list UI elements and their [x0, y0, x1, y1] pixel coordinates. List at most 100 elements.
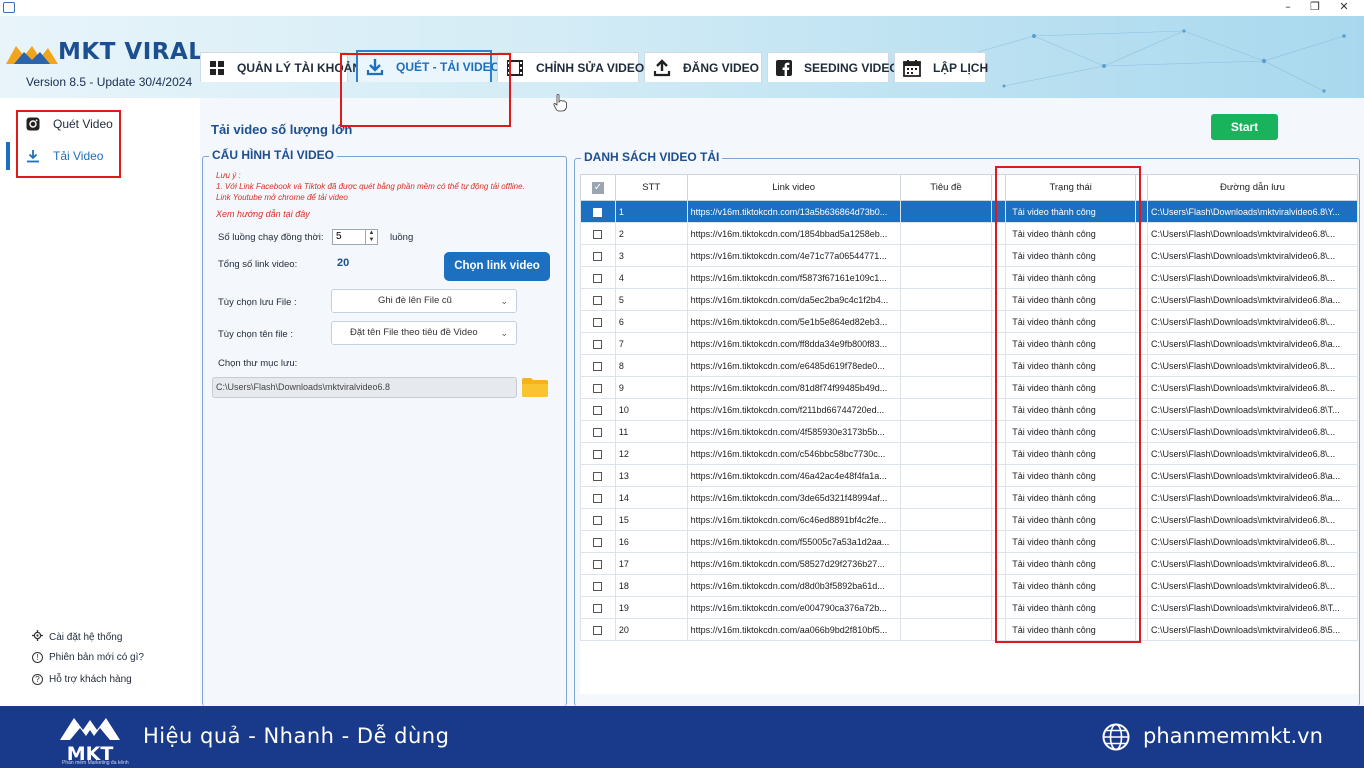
cell-link: https://v16m.tiktokcdn.com/f55005c7a53a1…	[686, 530, 901, 553]
sidebar-item-scan-video[interactable]: Quét Video	[0, 110, 200, 138]
table-row[interactable]: 19 https://v16m.tiktokcdn.com/e004790ca37…	[580, 596, 1358, 619]
checkbox-icon[interactable]	[593, 603, 603, 613]
table-row[interactable]: 15 https://v16m.tiktokcdn.com/6c46ed8891b…	[580, 508, 1358, 531]
column-header-status[interactable]: Trạng thái	[1005, 174, 1137, 201]
footer-website[interactable]: phanmemmkt.vn	[1143, 724, 1323, 748]
tab-schedule[interactable]: LẬP LỊCH	[894, 52, 988, 82]
column-header-stt[interactable]: STT	[614, 174, 688, 201]
table-row[interactable]: 3 https://v16m.tiktokcdn.com/4e71c77a0654…	[580, 244, 1358, 267]
table-row[interactable]: 11 https://v16m.tiktokcdn.com/4f585930e31…	[580, 420, 1358, 443]
row-checkbox[interactable]	[580, 354, 616, 377]
customer-support-link[interactable]: ? Hỗ trợ khách hàng	[32, 674, 132, 685]
table-row[interactable]: 8 https://v16m.tiktokcdn.com/e6485d619f78…	[580, 354, 1358, 377]
checkbox-icon[interactable]	[593, 559, 603, 569]
row-checkbox[interactable]	[580, 244, 616, 267]
table-row[interactable]: 1 https://v16m.tiktokcdn.com/13a5b636864d…	[580, 200, 1358, 223]
table-row[interactable]: 10 https://v16m.tiktokcdn.com/f211bd66744…	[580, 398, 1358, 421]
table-row[interactable]: 16 https://v16m.tiktokcdn.com/f55005c7a53…	[580, 530, 1358, 553]
row-checkbox[interactable]	[580, 310, 616, 333]
table-row[interactable]: 7 https://v16m.tiktokcdn.com/ff8dda34e9fb…	[580, 332, 1358, 355]
checkbox-icon[interactable]	[593, 295, 603, 305]
version-label: Version 8.5 - Update 30/4/2024	[26, 75, 193, 89]
table-row[interactable]: 14 https://v16m.tiktokcdn.com/3de65d321f4…	[580, 486, 1358, 509]
cell-spacer	[991, 530, 1007, 553]
cell-link: https://v16m.tiktokcdn.com/f5873f67161e1…	[686, 266, 901, 289]
checkbox-icon[interactable]	[593, 449, 603, 459]
checkbox-icon[interactable]	[593, 427, 603, 437]
row-checkbox[interactable]	[580, 398, 616, 421]
row-checkbox[interactable]	[580, 508, 616, 531]
row-checkbox[interactable]	[580, 530, 616, 553]
tab-account-management[interactable]: QUẢN LÝ TÀI KHOẢN	[200, 52, 361, 82]
guide-link[interactable]: Xem hướng dẫn tại đây	[216, 209, 310, 219]
table-row[interactable]: 5 https://v16m.tiktokcdn.com/da5ec2ba9c4c…	[580, 288, 1358, 311]
table-row[interactable]: 4 https://v16m.tiktokcdn.com/f5873f67161e…	[580, 266, 1358, 289]
restore-button[interactable]: ❐	[1305, 0, 1325, 14]
row-checkbox[interactable]	[580, 332, 616, 355]
table-row[interactable]: 2 https://v16m.tiktokcdn.com/1854bbad5a12…	[580, 222, 1358, 245]
row-checkbox[interactable]	[580, 420, 616, 443]
stepper-arrows-icon[interactable]: ▲ ▼	[365, 230, 377, 244]
folder-path-input[interactable]: C:\Users\Flash\Downloads\mktviralvideo6.…	[212, 377, 517, 398]
checkbox-icon[interactable]	[593, 383, 603, 393]
checkbox-icon[interactable]	[593, 207, 603, 217]
row-checkbox[interactable]	[580, 288, 616, 311]
row-checkbox[interactable]	[580, 618, 616, 641]
row-checkbox[interactable]	[580, 464, 616, 487]
row-checkbox[interactable]	[580, 596, 616, 619]
table-row[interactable]: 18 https://v16m.tiktokcdn.com/d8d0b3f5892…	[580, 574, 1358, 597]
checkbox-icon[interactable]	[593, 537, 603, 547]
tab-scan-download[interactable]: QUÉT - TẢI VIDEO	[356, 50, 500, 82]
save-option-label: Tùy chọn lưu File :	[218, 297, 297, 308]
checkbox-icon[interactable]	[593, 581, 603, 591]
cell-stt: 5	[614, 288, 688, 311]
tab-post-video[interactable]: ĐĂNG VIDEO	[644, 52, 762, 82]
save-option-select[interactable]: Ghi đè lên File cũ ⌄	[331, 289, 517, 313]
row-checkbox[interactable]	[580, 552, 616, 575]
tab-seeding-video[interactable]: SEEDING VIDEO	[767, 52, 899, 82]
sidebar-item-download-video[interactable]: Tải Video	[0, 142, 200, 170]
checkbox-icon[interactable]	[593, 361, 603, 371]
table-row[interactable]: 20 https://v16m.tiktokcdn.com/aa066b9bd2f…	[580, 618, 1358, 641]
column-header-link[interactable]: Link video	[686, 174, 901, 201]
checkbox-icon[interactable]	[593, 625, 603, 635]
row-checkbox[interactable]	[580, 376, 616, 399]
table-row[interactable]: 17 https://v16m.tiktokcdn.com/58527d29f27…	[580, 552, 1358, 575]
note-line: Lưu ý :	[216, 171, 241, 180]
minimize-button[interactable]: –	[1278, 0, 1298, 14]
table-row[interactable]: 9 https://v16m.tiktokcdn.com/81d8f74f9948…	[580, 376, 1358, 399]
start-button[interactable]: Start	[1211, 114, 1278, 140]
row-checkbox[interactable]	[580, 486, 616, 509]
threads-stepper[interactable]: 5 ▲ ▼	[332, 229, 378, 245]
row-checkbox[interactable]	[580, 222, 616, 245]
checkbox-icon[interactable]	[593, 405, 603, 415]
tab-edit-video[interactable]: CHỈNH SỬA VIDEO	[497, 52, 644, 82]
table-row[interactable]: 13 https://v16m.tiktokcdn.com/46a42ac4e48…	[580, 464, 1358, 487]
checkbox-icon[interactable]	[593, 273, 603, 283]
table-row[interactable]: 6 https://v16m.tiktokcdn.com/5e1b5e864ed8…	[580, 310, 1358, 333]
row-checkbox[interactable]	[580, 200, 616, 223]
checkbox-icon[interactable]	[593, 251, 603, 261]
row-checkbox[interactable]	[580, 574, 616, 597]
select-all-checkbox[interactable]: ✓	[580, 174, 616, 201]
checkbox-icon[interactable]	[593, 229, 603, 239]
cell-status: Tải video thành công	[1005, 310, 1137, 333]
checkbox-icon[interactable]	[593, 339, 603, 349]
checkbox-icon[interactable]	[593, 317, 603, 327]
checkbox-icon[interactable]	[593, 493, 603, 503]
row-checkbox[interactable]	[580, 266, 616, 289]
table-row[interactable]: 12 https://v16m.tiktokcdn.com/c546bbc58bc…	[580, 442, 1358, 465]
whats-new-link[interactable]: ! Phiên bản mới có gì?	[32, 652, 144, 663]
checkbox-icon[interactable]	[593, 515, 603, 525]
name-option-select[interactable]: Đặt tên File theo tiêu đề Video ⌄	[331, 321, 517, 345]
row-checkbox[interactable]	[580, 442, 616, 465]
close-button[interactable]: ✕	[1334, 0, 1354, 14]
checkbox-icon[interactable]	[593, 471, 603, 481]
choose-links-button[interactable]: Chọn link video	[444, 252, 550, 281]
column-header-title[interactable]: Tiêu đề	[899, 174, 993, 201]
cell-spacer	[991, 486, 1007, 509]
folder-label: Chọn thư mục lưu:	[218, 358, 298, 369]
system-settings-link[interactable]: Cài đặt hệ thống	[32, 630, 122, 644]
folder-icon[interactable]	[522, 378, 548, 397]
column-header-save-path[interactable]: Đường dẫn lưu	[1147, 174, 1358, 201]
